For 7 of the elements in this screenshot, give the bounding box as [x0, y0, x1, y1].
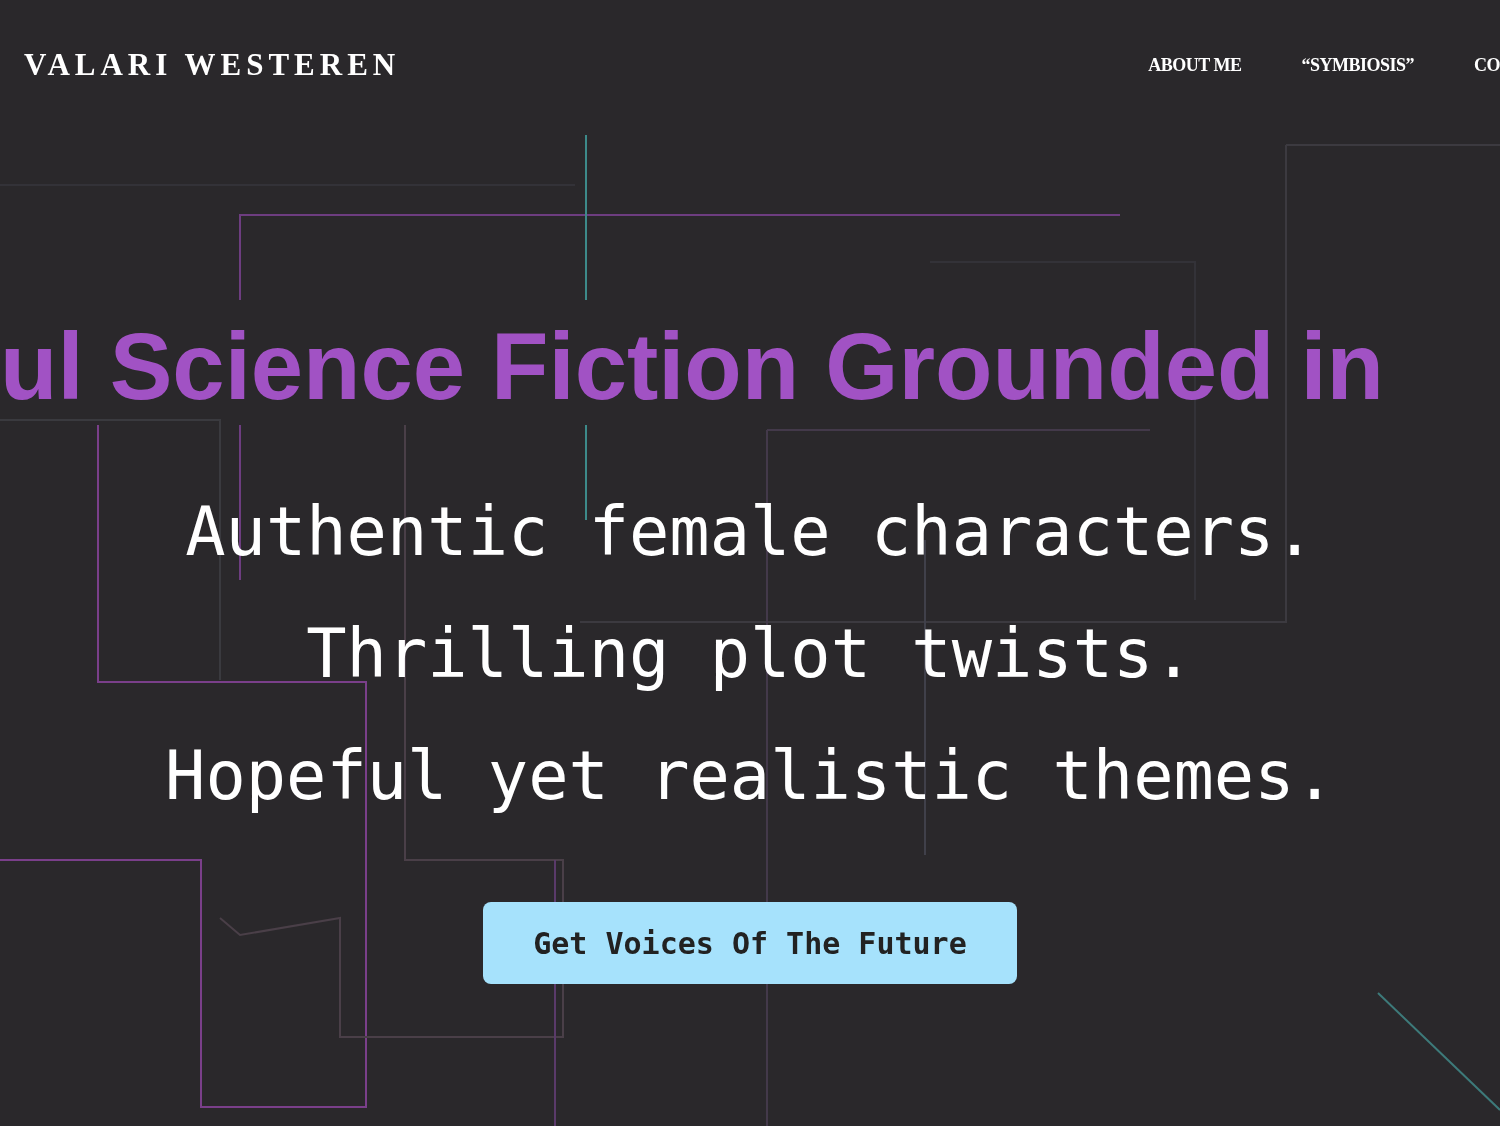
nav-link[interactable]: “SYMBIOSIS”	[1301, 51, 1414, 79]
site-logo-text[interactable]: VALARI WESTEREN	[24, 41, 401, 89]
tagline-text: Authentic female characters.	[185, 499, 1315, 566]
nav-link[interactable]: ABOUT ME	[1148, 51, 1242, 79]
hero-headline: ul Science Fiction Grounded in	[0, 314, 1385, 419]
nav-link[interactable]: CO	[1474, 51, 1500, 79]
cta-button[interactable]: Get Voices Of The Future	[483, 902, 1017, 984]
